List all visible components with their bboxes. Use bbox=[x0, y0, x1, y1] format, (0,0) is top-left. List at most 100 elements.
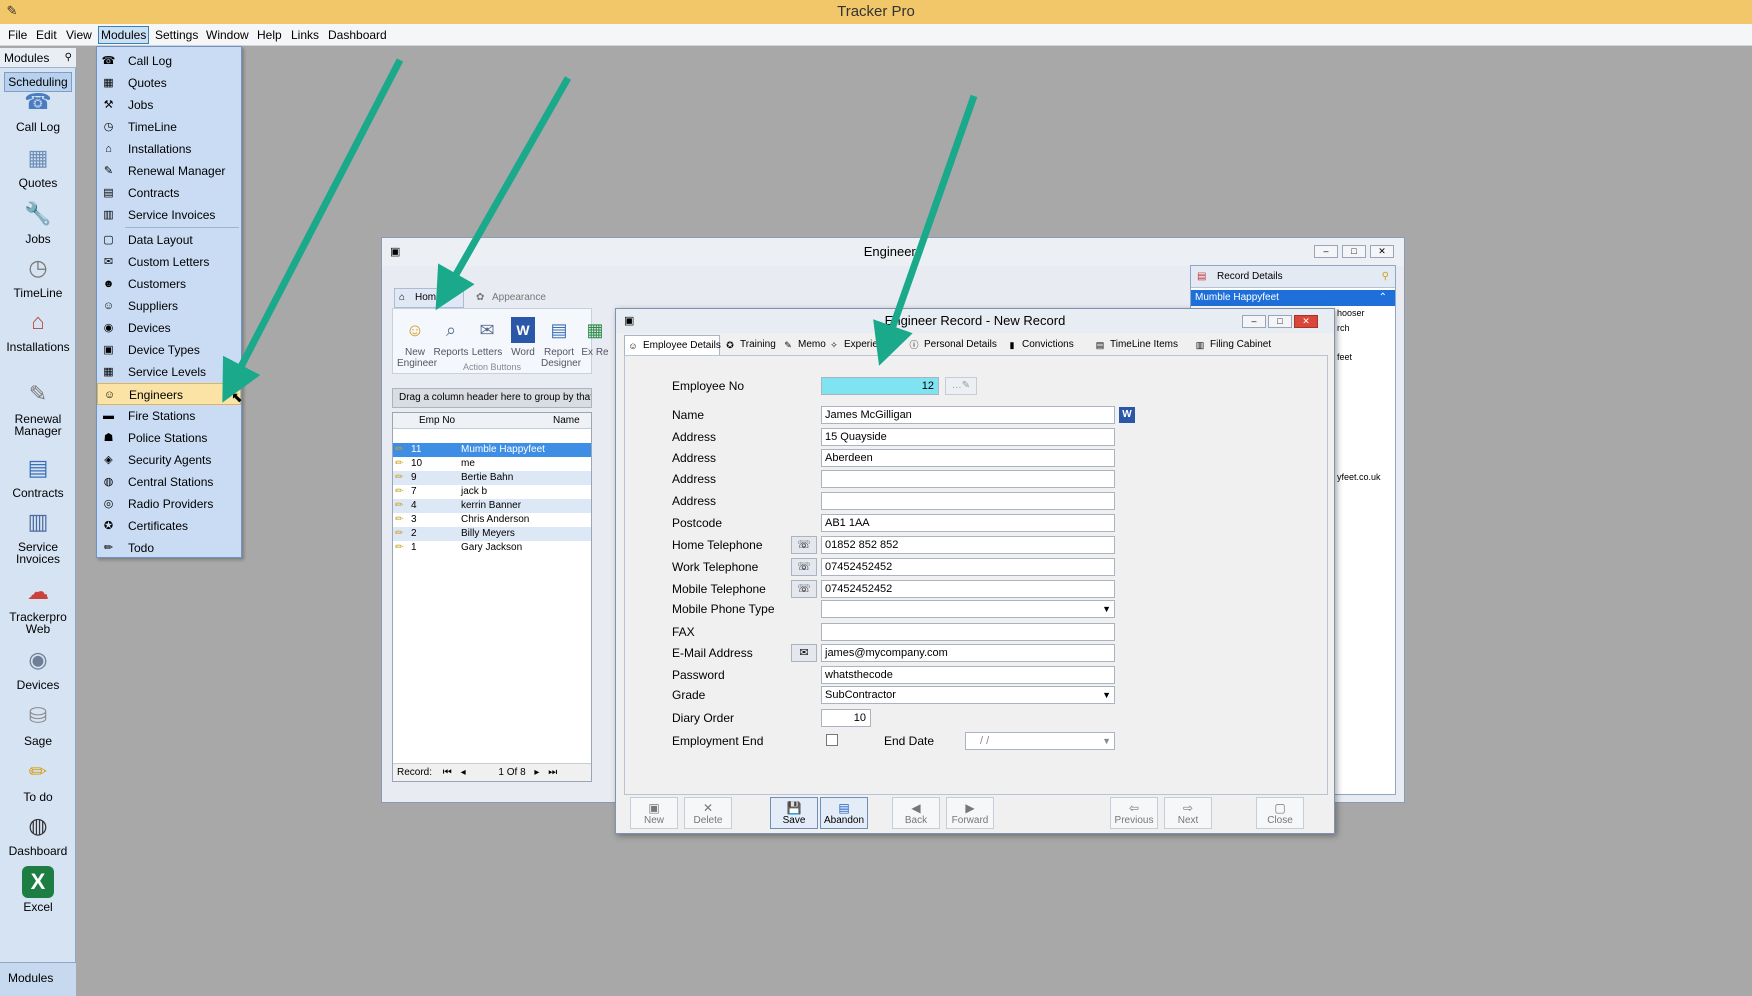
table-row[interactable]: ✏ 9 Bertie Bahn bbox=[393, 471, 591, 485]
abandon-button[interactable]: ▤ Abandon bbox=[820, 797, 868, 829]
close-icon[interactable]: ✕ bbox=[1294, 315, 1318, 328]
modules-footer[interactable]: Modules bbox=[0, 962, 76, 996]
modules-menu-item-engineers[interactable]: ☺ Engineers bbox=[97, 383, 241, 405]
modules-menu-item-contracts[interactable]: ▤ Contracts bbox=[97, 182, 241, 204]
pin-icon[interactable]: ⚲ bbox=[1382, 266, 1389, 288]
nav-prev-icon[interactable]: ◂ bbox=[461, 767, 466, 778]
modules-menu-item-devices[interactable]: ◉ Devices bbox=[97, 317, 241, 339]
minimize-icon[interactable]: – bbox=[1242, 315, 1266, 328]
dial-phone-icon[interactable]: ☏ bbox=[791, 580, 817, 598]
lookup-icon[interactable]: …✎ bbox=[945, 377, 977, 395]
modules-menu-item-quotes[interactable]: ▦ Quotes bbox=[97, 72, 241, 94]
modules-menu-item-device-types[interactable]: ▣ Device Types bbox=[97, 339, 241, 361]
modules-menu-item-customers[interactable]: ☻ Customers bbox=[97, 273, 241, 295]
sidebar-item-to-do[interactable]: ✏ To do bbox=[2, 756, 74, 803]
address1-field[interactable]: 15 Quayside bbox=[821, 428, 1115, 446]
sidebar-item-installations[interactable]: ⌂ Installations bbox=[2, 306, 74, 353]
edit-row-icon[interactable]: ✏ bbox=[395, 513, 403, 527]
modules-menu-item-service-levels[interactable]: ▦ Service Levels bbox=[97, 361, 241, 383]
table-row[interactable]: ✏ 10 me bbox=[393, 457, 591, 471]
edit-row-icon[interactable]: ✏ bbox=[395, 443, 403, 457]
address4-field[interactable] bbox=[821, 492, 1115, 510]
chevron-down-icon[interactable]: ▼ bbox=[1102, 687, 1111, 703]
dial-phone-icon[interactable]: ☏ bbox=[791, 536, 817, 554]
dial-phone-icon[interactable]: ☏ bbox=[791, 558, 817, 576]
home-tel-field[interactable]: 01852 852 852 bbox=[821, 536, 1115, 554]
table-row[interactable]: ✏ 3 Chris Anderson bbox=[393, 513, 591, 527]
mobile-type-field[interactable]: ▼ bbox=[821, 600, 1115, 618]
sidebar-item-sage[interactable]: ⛁ Sage bbox=[2, 700, 74, 747]
chevron-down-icon[interactable]: ▼ bbox=[1102, 733, 1111, 749]
table-row[interactable]: ✏ 1 Gary Jackson bbox=[393, 541, 591, 555]
tab-training[interactable]: ✪ Training bbox=[722, 335, 778, 355]
email-field[interactable]: james@mycompany.com bbox=[821, 644, 1115, 662]
menu-modules[interactable]: Modules bbox=[98, 26, 150, 44]
modules-menu-item-service-invoices[interactable]: ▥ Service Invoices bbox=[97, 204, 241, 226]
fax-field[interactable] bbox=[821, 623, 1115, 641]
edit-row-icon[interactable]: ✏ bbox=[395, 471, 403, 485]
sidebar-item-jobs[interactable]: 🔧 Jobs bbox=[2, 198, 74, 245]
maximize-icon[interactable]: □ bbox=[1342, 245, 1366, 258]
nav-last-icon[interactable]: ⏭ bbox=[548, 767, 557, 778]
tab-experience[interactable]: ✧ Experience bbox=[826, 335, 904, 355]
modules-menu-item-police-stations[interactable]: ☗ Police Stations bbox=[97, 427, 241, 449]
tab-convictions[interactable]: ▮ Convictions bbox=[1004, 335, 1090, 355]
address3-field[interactable] bbox=[821, 470, 1115, 488]
close-button[interactable]: ▢ Close bbox=[1256, 797, 1304, 829]
sidebar-item-quotes[interactable]: ▦ Quotes bbox=[2, 142, 74, 189]
modules-menu-item-radio-providers[interactable]: ◎ Radio Providers bbox=[97, 493, 241, 515]
edit-row-icon[interactable]: ✏ bbox=[395, 499, 403, 513]
mobile-tel-field[interactable]: 07452452452 bbox=[821, 580, 1115, 598]
menu-help[interactable]: Help bbox=[255, 27, 284, 43]
sidebar-item-timeline[interactable]: ◷ TimeLine bbox=[2, 252, 74, 299]
edit-row-icon[interactable]: ✏ bbox=[395, 541, 403, 555]
modules-menu-item-fire-stations[interactable]: ▬ Fire Stations bbox=[97, 405, 241, 427]
table-row[interactable]: ✏ 7 jack b bbox=[393, 485, 591, 499]
tab-timeline-items[interactable]: ▤ TimeLine Items bbox=[1092, 335, 1190, 355]
chevron-down-icon[interactable]: ▼ bbox=[1102, 601, 1111, 617]
employee-no-field[interactable]: 12 bbox=[821, 377, 939, 395]
modules-menu-item-todo[interactable]: ✏ Todo bbox=[97, 537, 241, 559]
modules-menu-item-jobs[interactable]: ⚒ Jobs bbox=[97, 94, 241, 116]
menu-settings[interactable]: Settings bbox=[153, 27, 200, 43]
send-email-icon[interactable]: ✉ bbox=[791, 644, 817, 662]
modules-menu-item-certificates[interactable]: ✪ Certificates bbox=[97, 515, 241, 537]
save-button[interactable]: 💾 Save bbox=[770, 797, 818, 829]
edit-row-icon[interactable]: ✏ bbox=[395, 527, 403, 541]
grade-field[interactable]: SubContractor ▼ bbox=[821, 686, 1115, 704]
maximize-icon[interactable]: □ bbox=[1268, 315, 1292, 328]
tab-memo[interactable]: ✎ Memo bbox=[780, 335, 826, 355]
work-tel-field[interactable]: 07452452452 bbox=[821, 558, 1115, 576]
ribbon-button-reports[interactable]: ⌕ Reports bbox=[433, 317, 469, 358]
word-icon[interactable]: W bbox=[1119, 407, 1135, 423]
delete-button[interactable]: ✕ Delete bbox=[684, 797, 732, 829]
modules-menu-item-renewal-manager[interactable]: ✎ Renewal Manager bbox=[97, 160, 241, 182]
password-field[interactable]: whatsthecode bbox=[821, 666, 1115, 684]
tab-personal-details[interactable]: ⓘ Personal Details bbox=[906, 335, 1002, 355]
edit-row-icon[interactable]: ✏ bbox=[395, 457, 403, 471]
sidebar-item-devices[interactable]: ◉ Devices bbox=[2, 644, 74, 691]
ribbon-tab-appearance[interactable]: ✿ Appearance bbox=[472, 288, 562, 308]
col-name[interactable]: Name bbox=[553, 413, 580, 429]
sidebar-item-renewal-manager[interactable]: ✎ Renewal Manager bbox=[2, 378, 74, 437]
menu-window[interactable]: Window bbox=[204, 27, 251, 43]
sidebar-item-service-invoices[interactable]: ▥ Service Invoices bbox=[2, 506, 74, 565]
ribbon-button-ex-re[interactable]: ▦ Ex Re bbox=[577, 317, 613, 358]
forward-button[interactable]: ▶ Forward bbox=[946, 797, 994, 829]
pin-icon[interactable]: ⚲ bbox=[65, 48, 72, 68]
ribbon-button-word[interactable]: W Word bbox=[505, 317, 541, 358]
next-button[interactable]: ⇨ Next bbox=[1164, 797, 1212, 829]
table-row[interactable]: ✏ 2 Billy Meyers bbox=[393, 527, 591, 541]
modules-menu-item-security-agents[interactable]: ◈ Security Agents bbox=[97, 449, 241, 471]
diary-order-field[interactable]: 10 bbox=[821, 709, 871, 727]
edit-row-icon[interactable]: ✏ bbox=[395, 485, 403, 499]
ribbon-button-letters[interactable]: ✉ Letters bbox=[469, 317, 505, 358]
modules-menu-item-data-layout[interactable]: ▢ Data Layout bbox=[97, 229, 241, 251]
table-row[interactable]: ✏ 4 kerrin Banner bbox=[393, 499, 591, 513]
tab-filing-cabinet[interactable]: ▥ Filing Cabinet bbox=[1192, 335, 1272, 355]
name-field[interactable]: James McGilligan bbox=[821, 406, 1115, 424]
back-button[interactable]: ◀ Back bbox=[892, 797, 940, 829]
menu-file[interactable]: File bbox=[6, 27, 29, 43]
new-button[interactable]: ▣ New bbox=[630, 797, 678, 829]
minimize-icon[interactable]: – bbox=[1314, 245, 1338, 258]
